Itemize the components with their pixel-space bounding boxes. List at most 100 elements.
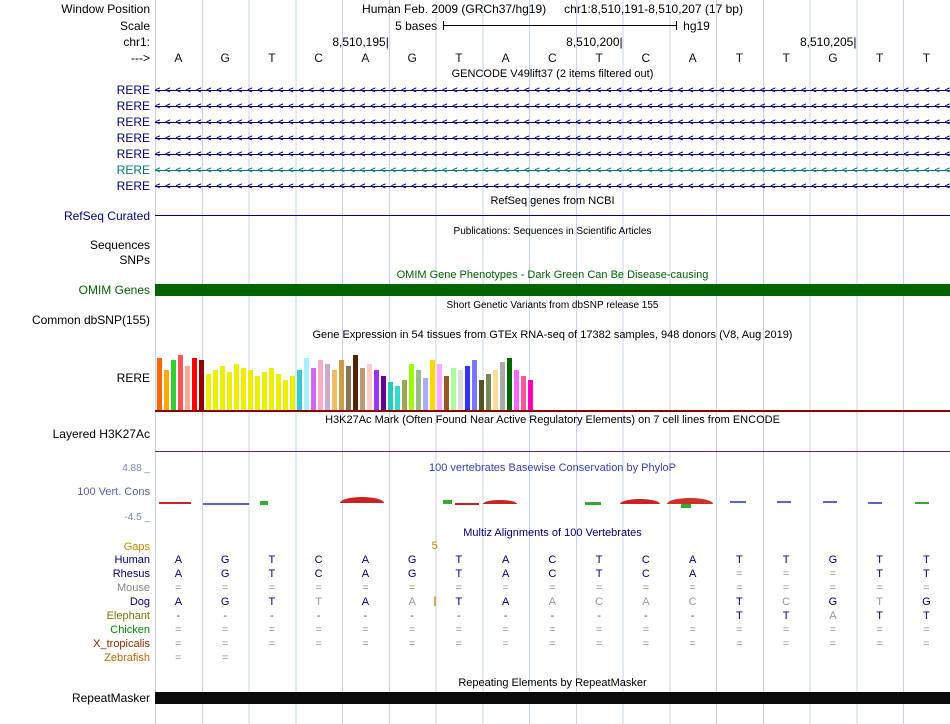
gtex-tissue-bar[interactable]: [430, 360, 435, 410]
gtex-tissue-bar[interactable]: [465, 366, 470, 410]
gtex-tissue-bar[interactable]: [451, 368, 456, 410]
gtex-tissue-bar[interactable]: [437, 364, 442, 410]
gtex-tissue-bar[interactable]: [416, 370, 421, 410]
gencode-gene-label-3[interactable]: RERE: [0, 114, 155, 130]
multiz-alignment-row[interactable]: = = = = = = = = = = = = = = = = =: [155, 637, 950, 651]
gencode-gene-label-2[interactable]: RERE: [0, 98, 155, 114]
gtex-tissue-bar[interactable]: [318, 360, 323, 410]
dbsnp-track-label[interactable]: Common dbSNP(155): [0, 312, 155, 327]
gtex-tissue-bar[interactable]: [402, 380, 407, 410]
gtex-tissue-bar[interactable]: [479, 380, 484, 410]
omim-gene-bar[interactable]: [155, 284, 950, 296]
gtex-tissue-bar[interactable]: [171, 360, 176, 410]
species-label-mouse[interactable]: Mouse: [0, 581, 155, 595]
gtex-tissue-bar[interactable]: [276, 374, 281, 410]
refseq-gene-line[interactable]: [155, 215, 950, 216]
gtex-tissue-bar[interactable]: [367, 364, 372, 410]
refseq-track[interactable]: [155, 208, 950, 224]
gtex-tissue-bar[interactable]: [514, 370, 519, 410]
h3k27ac-track[interactable]: [155, 427, 950, 441]
gtex-tissue-bar[interactable]: [395, 386, 400, 410]
gtex-tissue-bar[interactable]: [297, 370, 302, 410]
h3k27ac-signal[interactable]: [155, 441, 950, 461]
repeatmasker-track[interactable]: [155, 690, 950, 706]
gtex-tissue-bar[interactable]: [304, 358, 309, 410]
gtex-tissue-bar[interactable]: [374, 370, 379, 410]
dbsnp-track[interactable]: [155, 312, 950, 327]
gtex-tissue-bar[interactable]: [311, 368, 316, 410]
gtex-tissue-bar[interactable]: [227, 372, 232, 410]
gencode-gene-label-5[interactable]: RERE: [0, 146, 155, 162]
gtex-tissue-bar[interactable]: [269, 368, 274, 410]
gtex-tissue-bar[interactable]: [472, 360, 477, 410]
gencode-transcript[interactable]: <<<<<<<<<<<<<<<<<<<<<<<<<<<<<<<<<<<<<<<<…: [155, 114, 950, 130]
gtex-tissue-bar[interactable]: [458, 370, 463, 410]
omim-track-label[interactable]: OMIM Genes: [0, 282, 155, 298]
gtex-tissue-bar[interactable]: [290, 376, 295, 410]
gtex-tissue-bar[interactable]: [332, 370, 337, 410]
sequences-track-label[interactable]: Sequences: [0, 238, 155, 252]
phylop-track-label[interactable]: 100 Vert. Cons: [0, 475, 155, 509]
gencode-transcript[interactable]: <<<<<<<<<<<<<<<<<<<<<<<<<<<<<<<<<<<<<<<<…: [155, 178, 950, 194]
species-label-zebrafish[interactable]: Zebrafish: [0, 651, 155, 665]
gencode-transcript[interactable]: <<<<<<<<<<<<<<<<<<<<<<<<<<<<<<<<<<<<<<<<…: [155, 162, 950, 178]
gencode-gene-label-4[interactable]: RERE: [0, 130, 155, 146]
gtex-tissue-bar[interactable]: [248, 370, 253, 410]
gtex-tissue-bar[interactable]: [521, 376, 526, 410]
gtex-tissue-bar[interactable]: [360, 368, 365, 410]
multiz-alignment-row[interactable]: AGTCAGTACTCATTGTT: [155, 553, 950, 567]
position-ruler[interactable]: 8,510,195| 8,510,200| 8,510,205|: [155, 34, 950, 50]
gtex-tissue-bar[interactable]: [262, 372, 267, 410]
gtex-tissue-bar[interactable]: [528, 380, 533, 410]
species-label-elephant[interactable]: Elephant: [0, 609, 155, 623]
gtex-tissue-bar[interactable]: [220, 366, 225, 410]
species-label-rhesus[interactable]: Rhesus: [0, 567, 155, 581]
gtex-tissue-bar[interactable]: [486, 374, 491, 410]
gencode-transcript[interactable]: <<<<<<<<<<<<<<<<<<<<<<<<<<<<<<<<<<<<<<<<…: [155, 130, 950, 146]
gtex-tissue-bar[interactable]: [241, 368, 246, 410]
gtex-tissue-bar[interactable]: [185, 366, 190, 410]
gencode-transcript[interactable]: <<<<<<<<<<<<<<<<<<<<<<<<<<<<<<<<<<<<<<<<…: [155, 82, 950, 98]
gencode-transcript[interactable]: <<<<<<<<<<<<<<<<<<<<<<<<<<<<<<<<<<<<<<<<…: [155, 98, 950, 114]
multiz-alignment-row[interactable]: = = = = = = = = = = = = = = = = =: [155, 623, 950, 637]
gtex-tissue-bar[interactable]: [423, 378, 428, 410]
snps-track[interactable]: [155, 252, 950, 267]
gtex-track-label[interactable]: RERE: [0, 343, 155, 412]
gtex-tissue-bar[interactable]: [234, 364, 239, 410]
gtex-tissue-bar[interactable]: [164, 370, 169, 410]
snps-track-label[interactable]: SNPs: [0, 252, 155, 267]
gencode-transcript[interactable]: <<<<<<<<<<<<<<<<<<<<<<<<<<<<<<<<<<<<<<<<…: [155, 146, 950, 162]
species-label-human[interactable]: Human: [0, 553, 155, 567]
gtex-tissue-bar[interactable]: [213, 370, 218, 410]
gtex-tissue-bar[interactable]: [283, 380, 288, 410]
multiz-alignment-row[interactable]: A G T T A A T A A C A C T C G T G |: [155, 595, 950, 609]
gencode-gene-label-6[interactable]: RERE: [0, 162, 155, 178]
gtex-tissue-bar[interactable]: [255, 376, 260, 410]
gtex-tissue-bar[interactable]: [178, 355, 183, 410]
gencode-gene-label-7[interactable]: RERE: [0, 178, 155, 194]
gtex-tissue-bar[interactable]: [353, 355, 358, 410]
multiz-alignment-row[interactable]: ------------TTATT: [155, 609, 950, 623]
sequences-track[interactable]: [155, 238, 950, 252]
gtex-tissue-bar[interactable]: [409, 364, 414, 410]
refseq-track-label[interactable]: RefSeq Curated: [0, 208, 155, 224]
gtex-tissue-bar[interactable]: [444, 376, 449, 410]
phylop-track[interactable]: [155, 475, 950, 509]
gtex-tissue-bar[interactable]: [500, 362, 505, 410]
gencode-gene-label-1[interactable]: RERE: [0, 82, 155, 98]
repeatmasker-track-label[interactable]: RepeatMasker: [0, 690, 155, 706]
gtex-tissue-bar[interactable]: [346, 366, 351, 410]
gaps-track-label[interactable]: Gaps: [0, 540, 155, 553]
multiz-alignment-row[interactable]: = =: [155, 651, 950, 665]
multiz-alignment-row[interactable]: = = = = = = = = = = = = = = = = =: [155, 581, 950, 595]
gtex-tissue-bar[interactable]: [388, 382, 393, 410]
gtex-tissue-bar[interactable]: [493, 370, 498, 410]
gtex-tissue-bar[interactable]: [206, 374, 211, 410]
repeat-element-bar[interactable]: [155, 692, 950, 704]
gtex-track[interactable]: [155, 343, 950, 412]
gtex-tissue-bar[interactable]: [507, 358, 512, 410]
gtex-tissue-bar[interactable]: [157, 358, 162, 410]
multiz-alignment-row[interactable]: A G T C A G T A C T C A = = = T T: [155, 567, 950, 581]
gtex-tissue-bar[interactable]: [339, 360, 344, 410]
gtex-tissue-bar[interactable]: [192, 358, 197, 410]
